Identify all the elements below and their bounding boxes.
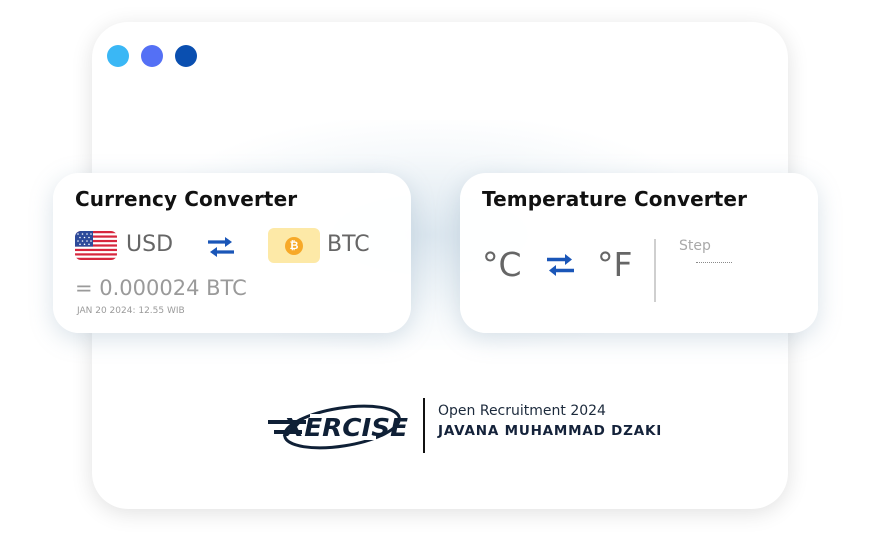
conversion-result: = 0.000024 BTC [75,276,247,300]
temperature-converter-card: Temperature Converter °C °F Step [460,173,818,333]
us-flag-icon[interactable] [75,231,117,260]
from-temperature-unit[interactable]: °C [482,245,522,284]
currency-converter-card: Currency Converter USD ₿ BTC = 0.000024 … [53,173,411,333]
recruitment-subtitle: Open Recruitment 2024 [438,403,606,419]
currency-swap-icon[interactable] [207,236,235,258]
from-currency-code[interactable]: USD [126,232,173,257]
temperature-swap-icon[interactable] [546,253,575,277]
xercise-logo: XERCISE [268,404,408,450]
step-input[interactable] [696,261,732,263]
temperature-divider [654,239,656,302]
temperature-converter-title: Temperature Converter [482,187,748,211]
currency-converter-title: Currency Converter [75,187,298,211]
branding-divider [423,398,425,453]
bitcoin-coin-icon: ₿ [285,237,303,255]
logo-wordmark: XERCISE [282,413,408,442]
to-temperature-unit[interactable]: °F [597,245,632,284]
window-dot-medium-blue[interactable] [141,45,163,67]
to-currency-code[interactable]: BTC [327,232,370,257]
author-name: JAVANA MUHAMMAD DZAKI [438,423,663,439]
conversion-timestamp: JAN 20 2024: 12.55 WIB [77,306,185,316]
step-label: Step [679,238,711,254]
window-dot-light-blue[interactable] [107,45,129,67]
window-dot-dark-blue[interactable] [175,45,197,67]
bitcoin-icon[interactable]: ₿ [268,228,320,263]
